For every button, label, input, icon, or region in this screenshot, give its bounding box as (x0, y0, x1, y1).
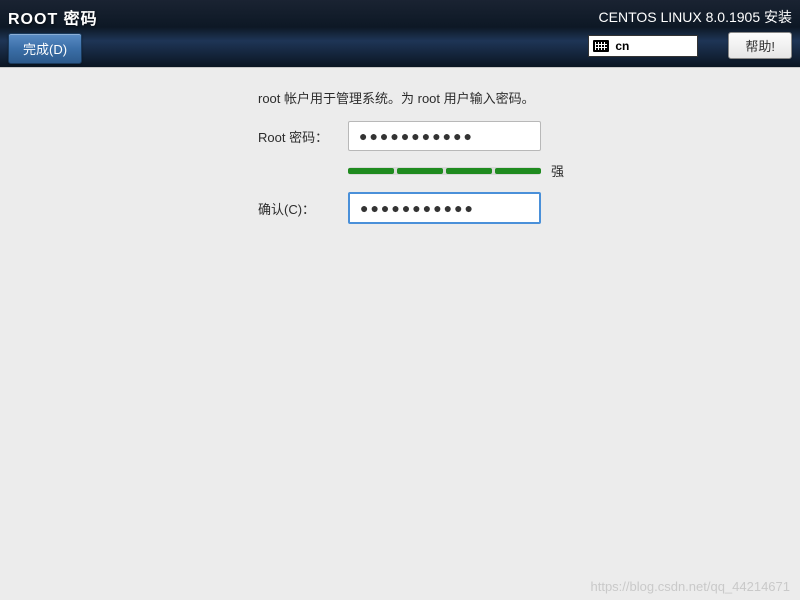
keyboard-icon (593, 40, 609, 52)
strength-label: 强 (551, 161, 564, 180)
description-text: root 帐户用于管理系统。为 root 用户输入密码。 (258, 88, 800, 107)
strength-segment (397, 168, 443, 174)
confirm-password-input[interactable]: ●●●●●●●●●●● (348, 192, 541, 224)
strength-row: 强 (348, 161, 800, 180)
watermark-text: https://blog.csdn.net/qq_44214671 (591, 579, 791, 594)
root-password-input[interactable]: ●●●●●●●●●●● (348, 121, 541, 151)
confirm-label: 确认(C)： (258, 199, 348, 218)
page-title: ROOT 密码 (8, 5, 98, 29)
password-strength-bar (348, 167, 541, 175)
strength-segment (348, 168, 394, 174)
strength-segment (495, 168, 541, 174)
strength-segment (446, 168, 492, 174)
header-right: CENTOS LINUX 8.0.1905 安装 cn 帮助! (588, 5, 792, 63)
password-row: Root 密码： ●●●●●●●●●●● (258, 121, 800, 151)
keyboard-layout-label: cn (615, 39, 629, 53)
done-button[interactable]: 完成(D) (8, 33, 82, 64)
installer-header: ROOT 密码 完成(D) CENTOS LINUX 8.0.1905 安装 c… (0, 0, 800, 68)
header-controls: cn 帮助! (588, 32, 792, 59)
password-label: Root 密码： (258, 127, 348, 146)
header-left: ROOT 密码 完成(D) (8, 5, 98, 63)
help-button[interactable]: 帮助! (728, 32, 792, 59)
installer-title: CENTOS LINUX 8.0.1905 安装 (599, 7, 792, 27)
main-content: root 帐户用于管理系统。为 root 用户输入密码。 Root 密码： ●●… (0, 68, 800, 224)
keyboard-layout-selector[interactable]: cn (588, 35, 698, 57)
confirm-row: 确认(C)： ●●●●●●●●●●● (258, 192, 800, 224)
